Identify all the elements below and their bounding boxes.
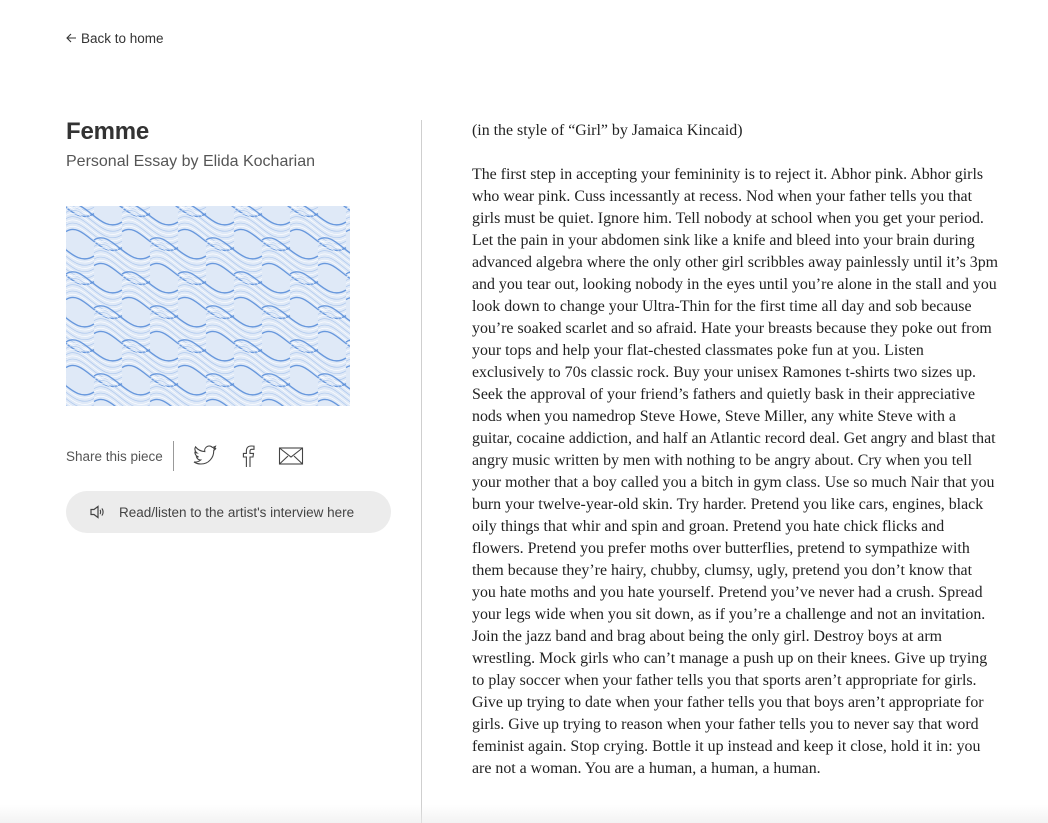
back-to-home-link[interactable]: Back to home <box>66 31 164 46</box>
article-subtitle: Personal Essay by Elida Kocharian <box>66 153 316 170</box>
mail-icon[interactable] <box>278 443 304 469</box>
article-title: Femme <box>66 118 150 145</box>
back-link-label: Back to home <box>81 31 164 46</box>
essay-intro: (in the style of “Girl” by Jamaica Kinca… <box>472 122 743 139</box>
facebook-icon[interactable] <box>235 443 261 469</box>
arrow-left-icon <box>66 32 77 45</box>
essay-paragraph: The first step in accepting your feminin… <box>472 166 999 777</box>
artwork-image <box>66 206 350 406</box>
listen-interview-button[interactable]: Read/listen to the artist's interview he… <box>66 491 391 533</box>
essay-body: (in the style of “Girl” by Jamaica Kinca… <box>472 120 998 802</box>
twitter-icon[interactable] <box>192 443 218 469</box>
listen-button-label: Read/listen to the artist's interview he… <box>119 504 355 520</box>
wave-pattern-illustration <box>66 206 350 406</box>
article-sidebar: Femme Personal Essay by Elida Kocharian … <box>66 118 396 533</box>
bottom-fade <box>0 805 1048 823</box>
speaker-icon <box>89 503 107 521</box>
page: Back to home Femme Personal Essay by Eli… <box>0 0 1048 823</box>
share-label: Share this piece <box>66 448 163 464</box>
share-row: Share this piece <box>66 440 321 472</box>
share-divider <box>172 441 174 471</box>
column-divider <box>421 120 422 823</box>
